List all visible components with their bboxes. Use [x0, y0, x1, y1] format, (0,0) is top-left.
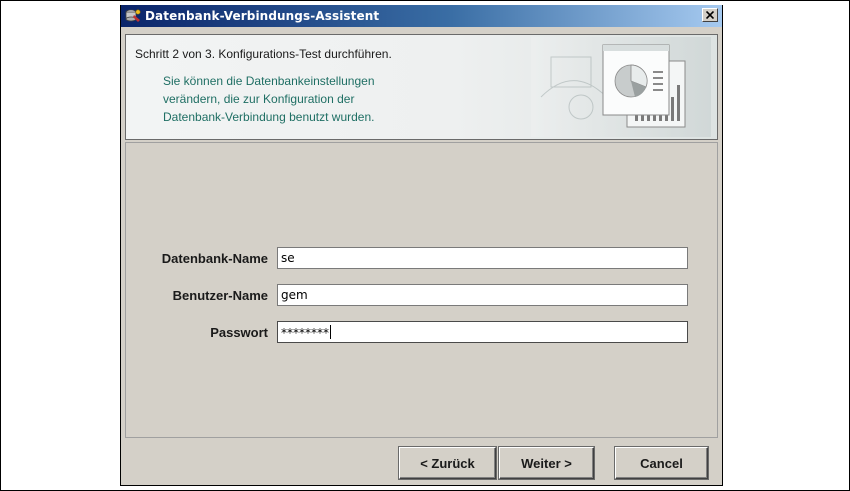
wizard-window: Datenbank-Verbindungs-Assistent Schritt … [120, 5, 723, 486]
database-name-input[interactable]: se [277, 247, 688, 269]
password-input[interactable]: ******** [277, 321, 688, 343]
database-wizard-icon [125, 8, 141, 24]
next-button[interactable]: Weiter > [499, 447, 594, 479]
settings-form-panel: Datenbank-Name se Benutzer-Name gem Pass… [125, 142, 718, 438]
title-bar[interactable]: Datenbank-Verbindungs-Assistent [121, 5, 722, 27]
close-icon [706, 11, 714, 19]
user-name-label: Benutzer-Name [172, 288, 268, 303]
database-name-label: Datenbank-Name [161, 251, 268, 266]
user-name-input[interactable]: gem [277, 284, 688, 306]
back-button[interactable]: < Zurück [399, 447, 496, 479]
description-line: verändern, die zur Konfiguration der [163, 92, 355, 106]
window-title: Datenbank-Verbindungs-Assistent [145, 9, 380, 23]
step-indicator: Schritt 2 von 3. Konfigurations-Test dur… [135, 47, 392, 61]
step-description: Sie können die Datenbankeinstellungen ve… [163, 72, 463, 126]
password-value: ******** [281, 326, 329, 340]
description-line: Sie können die Datenbankeinstellungen [163, 74, 375, 88]
password-label: Passwort [210, 325, 268, 340]
description-line: Datenbank-Verbindung benutzt wurden. [163, 110, 375, 124]
cancel-button[interactable]: Cancel [615, 447, 708, 479]
chart-report-graphic [531, 37, 711, 137]
text-caret [330, 325, 331, 339]
close-button[interactable] [702, 8, 718, 22]
wizard-header-panel: Schritt 2 von 3. Konfigurations-Test dur… [125, 34, 718, 140]
